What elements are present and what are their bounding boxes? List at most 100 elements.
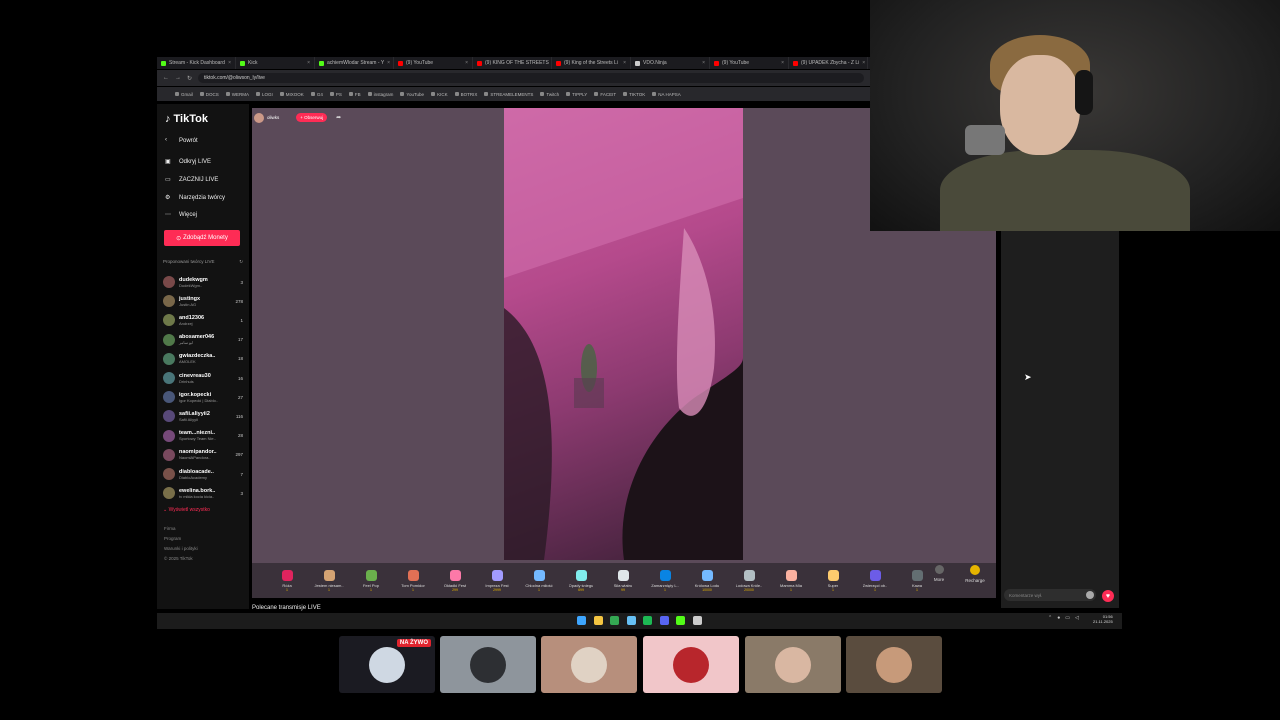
gift-item[interactable]: Impreza Fest 2999 [476,569,518,592]
follow-button[interactable]: + Obserwuj [296,113,328,122]
creator-item[interactable]: justingx Justin AG 278 [163,293,243,309]
bookmark-item[interactable]: YouTube [400,92,424,97]
tab-close-icon[interactable]: × [623,60,626,66]
forward-nav-icon[interactable]: → [175,75,181,81]
browser-tab[interactable]: achiemWlodar Stream - Y × [315,57,394,69]
network-icon[interactable]: ▭ [1065,615,1070,621]
creator-item[interactable]: ewelina.bork.. tv mikła kocia kicia.. 3 [163,485,243,501]
tiktok-logo[interactable]: ♪ TikTok [165,113,208,125]
bookmark-item[interactable]: TIKTOK [623,92,645,97]
gift-item[interactable]: Okładki Fest 299 [434,569,476,592]
spotify-icon[interactable] [643,616,652,625]
heart-icon[interactable]: ♥ [1102,590,1114,602]
browser-tab[interactable]: (9) YouTube × [394,57,473,69]
kick-icon[interactable] [676,616,685,625]
recharge-button[interactable]: Recharge [960,565,990,583]
tab-close-icon[interactable]: × [307,60,310,66]
gift-item[interactable]: Siła wiatru 99 [602,569,644,592]
bookmark-item[interactable]: WERMA [225,92,249,97]
browser-tab[interactable]: (9) YouTube × [710,57,789,69]
nav-item[interactable]: ⋯ Więcej [165,211,197,219]
creator-item[interactable]: cinevreau30 Drinhuis 16 [163,370,243,386]
face-thumbnail[interactable] [745,636,841,693]
gift-item[interactable]: Opady śniegu 699 [560,569,602,592]
discord-icon[interactable] [659,616,669,625]
gift-item[interactable]: Chlodna miłość 1 [518,569,560,592]
share-icon[interactable]: ➦ [336,114,341,121]
live-video[interactable] [504,108,743,560]
bookmark-item[interactable]: G4 [310,92,323,97]
gift-item[interactable]: Super 1 [812,569,854,592]
nav-item[interactable]: ⚙ Narzędzia twórcy [165,194,225,202]
footer-link[interactable]: Firma [164,526,176,531]
system-tray[interactable]: ⌃ ● ▭ ◁ [1048,615,1079,621]
nav-item[interactable]: ‹ Powrót [165,137,198,144]
bookmark-item[interactable]: Gmail [175,92,193,97]
browser-tab[interactable]: (9) King of the Streets Li × [552,57,631,69]
gift-item[interactable]: Zamarznięty L.. 1 [644,569,686,592]
bookmark-item[interactable]: FACEIT [594,92,616,97]
browser-tab[interactable]: VDO.Ninja × [631,57,710,69]
clock[interactable]: 01:56 21.11.2025 [1093,614,1113,624]
bookmark-item[interactable]: KICK [431,92,448,97]
mic-icon[interactable]: ● [1057,615,1060,621]
get-coins-button[interactable]: ⊙ Zdobądź Monety [164,230,240,246]
tab-close-icon[interactable]: × [862,60,865,66]
live-thumbnail[interactable]: NA ŻYWO [339,636,435,693]
chrome-icon[interactable] [610,616,619,625]
people-thumbnail[interactable] [846,636,942,693]
gift-item[interactable]: Jestem niesam.. 1 [308,569,350,592]
gift-item[interactable]: Mamma Mia 1 [770,569,812,592]
browser-tab[interactable]: (9) KING OF THE STREETS× [473,57,552,69]
bookmark-item[interactable]: FB [348,92,361,97]
creator-item[interactable]: igor.kopecki Igor Kopecki | Diablo.. 27 [163,389,243,405]
bookmark-item[interactable]: instagram [367,92,393,97]
bookmark-item[interactable]: NA HAPSA [652,92,681,97]
browser-tab[interactable]: Stream - Kick Dashboard × [157,57,236,69]
food-thumbnail[interactable] [541,636,637,693]
creator-item[interactable]: team...niezni.. Sportowy Team Nie.. 28 [163,428,243,444]
comment-input[interactable]: Komentarze wył. [1004,589,1096,601]
footer-link[interactable]: Program [164,536,181,541]
reload-icon[interactable]: ↻ [187,75,192,82]
creator-item[interactable]: abosamer046 ابو سامر 17 [163,332,243,348]
nav-item[interactable]: ▣ Odkryj LIVE [165,158,211,166]
url-field[interactable]: tiktok.com/@oliwson_ly/live [198,73,864,83]
gift-item[interactable]: Tom Pomidor 1 [392,569,434,592]
more-gifts-button[interactable]: More [930,565,948,582]
windows-icon[interactable] [577,616,586,625]
steam-icon[interactable] [626,616,636,625]
bookmark-item[interactable]: DOCS [199,92,219,97]
browser-tab[interactable]: Kick × [236,57,315,69]
creator-item[interactable]: dudekwgm DudekWgm.. 3 [163,274,243,290]
tab-close-icon[interactable]: × [228,60,231,66]
creator-item[interactable]: diabloacade.. DiabloAcademy 7 [163,466,243,482]
gift-item[interactable]: Feel Pop 1 [350,569,392,592]
gift-item[interactable]: Zwierzęci ob.. 1 [854,569,896,592]
tab-close-icon[interactable]: × [387,60,390,66]
emoji-icon[interactable] [1086,591,1094,599]
bookmark-item[interactable]: LOGI [256,92,273,97]
bookmark-item[interactable]: PS [329,92,342,97]
tab-close-icon[interactable]: × [781,60,784,66]
tab-close-icon[interactable]: × [465,60,468,66]
show-all-link[interactable]: ⌄ Wyświetl wszystko [163,507,210,513]
refresh-icon[interactable]: ↻ [239,259,243,265]
bookmark-item[interactable]: Twitch [540,92,559,97]
bookmark-item[interactable]: TIPPLY [566,92,587,97]
gift-item[interactable]: Róża 1 [266,569,308,592]
bookmark-item[interactable]: BOTRIX [454,92,477,97]
nav-item[interactable]: ▭ ZACZNIJ LIVE [165,176,218,184]
tray-chevron-icon[interactable]: ⌃ [1048,615,1052,621]
creator-item[interactable]: safii.aliyyii2 Safii Aliyyii 116 [163,408,243,424]
explorer-icon[interactable] [593,616,603,625]
creator-item[interactable]: and12306 Andrzej 1 [163,312,243,328]
browser-tab[interactable]: (9) UPADEK Zbycha - Z Li × [789,57,868,69]
gift-item[interactable]: Lodowa Króle.. 20000 [728,569,770,592]
volume-icon[interactable]: ◁ [1075,615,1079,621]
bookmark-item[interactable]: MIXOOK [279,92,304,97]
bookmark-item[interactable]: STREAMELEMENTS [484,92,533,97]
gift-item[interactable]: Królowa Lodu 10000 [686,569,728,592]
back-nav-icon[interactable]: ← [163,75,169,81]
host-info[interactable]: oliwks + Obserwuj ➦ [254,111,341,124]
